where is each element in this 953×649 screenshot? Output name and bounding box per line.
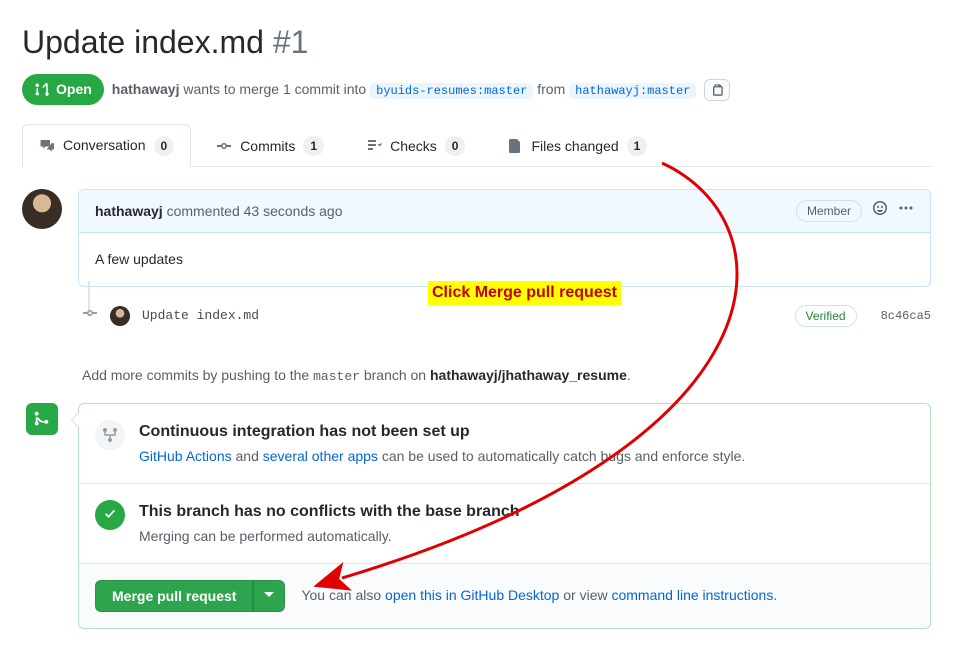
caret-down-icon xyxy=(264,590,274,600)
conflicts-sub: Merging can be performed automatically. xyxy=(139,526,520,547)
author-link[interactable]: hathawayj xyxy=(112,81,180,97)
pr-meta-text: hathawayj wants to merge 1 commit into b… xyxy=(112,79,697,100)
comment-timestamp[interactable]: 43 seconds ago xyxy=(244,203,343,219)
tab-label: Files changed xyxy=(531,136,618,157)
state-label: Open xyxy=(56,79,92,100)
workflow-icon xyxy=(95,420,125,450)
cli-instructions-link[interactable]: command line instructions xyxy=(611,587,773,603)
commit-row: Update index.md Click Merge pull request… xyxy=(78,287,931,345)
conflicts-title: This branch has no conflicts with the ba… xyxy=(139,500,520,524)
pr-tabs: Conversation 0 Commits 1 Checks 0 Files … xyxy=(22,123,931,167)
pr-number: #1 xyxy=(273,24,309,60)
file-diff-icon xyxy=(507,138,523,154)
tab-count: 0 xyxy=(154,136,175,156)
other-apps-link[interactable]: several other apps xyxy=(263,448,378,464)
pr-title-text: Update index.md xyxy=(22,24,264,60)
comment-menu-button[interactable] xyxy=(898,200,914,222)
commit-message[interactable]: Update index.md xyxy=(142,306,259,326)
tab-label: Checks xyxy=(390,136,437,157)
page-title: Update index.md #1 xyxy=(22,18,308,66)
tab-label: Commits xyxy=(240,136,295,157)
git-merge-icon xyxy=(33,410,51,428)
comment-author[interactable]: hathawayj xyxy=(95,203,163,219)
git-commit-icon xyxy=(216,138,232,154)
tab-commits[interactable]: Commits 1 xyxy=(199,124,341,167)
tab-conversation[interactable]: Conversation 0 xyxy=(22,124,191,167)
comment-body: A few updates xyxy=(79,233,930,286)
merge-pull-request-button[interactable]: Merge pull request xyxy=(95,580,253,612)
comment-header: hathawayj commented 43 seconds ago Membe… xyxy=(79,190,930,233)
git-commit-icon xyxy=(82,305,98,327)
check-icon xyxy=(95,500,125,530)
checklist-icon xyxy=(366,138,382,154)
tab-count: 1 xyxy=(627,136,648,156)
merge-footer-text: You can also open this in GitHub Desktop… xyxy=(301,585,777,606)
tab-checks[interactable]: Checks 0 xyxy=(349,124,482,167)
copy-branch-button[interactable] xyxy=(704,79,730,101)
ci-subtext: GitHub Actions and several other apps ca… xyxy=(139,446,745,467)
tab-files[interactable]: Files changed 1 xyxy=(490,124,664,167)
push-hint-text: Add more commits by pushing to the maste… xyxy=(78,365,931,387)
tab-count: 1 xyxy=(303,136,324,156)
conflicts-section: This branch has no conflicts with the ba… xyxy=(79,483,930,563)
smiley-icon xyxy=(872,200,888,216)
base-branch[interactable]: byuids-resumes:master xyxy=(370,83,533,99)
merge-footer: Merge pull request You can also open thi… xyxy=(79,563,930,628)
state-badge-open: Open xyxy=(22,74,104,105)
ci-section: Continuous integration has not been set … xyxy=(79,404,930,483)
comment-discussion-icon xyxy=(39,138,55,154)
verified-badge[interactable]: Verified xyxy=(795,305,857,327)
comment-box: hathawayj commented 43 seconds ago Membe… xyxy=(78,189,931,287)
merge-status-badge xyxy=(26,403,58,435)
clipboard-icon xyxy=(710,83,724,97)
git-pull-request-icon xyxy=(34,82,50,98)
pr-meta-row: Open hathawayj wants to merge 1 commit i… xyxy=(22,74,931,105)
avatar[interactable] xyxy=(110,306,130,326)
member-badge: Member xyxy=(796,200,862,222)
commit-sha[interactable]: 8c46ca5 xyxy=(881,307,931,325)
ci-title: Continuous integration has not been set … xyxy=(139,420,745,444)
kebab-icon xyxy=(898,200,914,216)
add-reaction-button[interactable] xyxy=(872,200,888,222)
open-in-desktop-link[interactable]: open this in GitHub Desktop xyxy=(385,587,559,603)
merge-box: Continuous integration has not been set … xyxy=(78,403,931,629)
github-actions-link[interactable]: GitHub Actions xyxy=(139,448,232,464)
annotation-callout: Click Merge pull request xyxy=(428,281,621,305)
avatar[interactable] xyxy=(22,189,62,229)
head-branch[interactable]: hathawayj:master xyxy=(569,83,696,99)
tab-label: Conversation xyxy=(63,135,146,156)
merge-options-dropdown[interactable] xyxy=(253,580,285,612)
tab-count: 0 xyxy=(445,136,466,156)
